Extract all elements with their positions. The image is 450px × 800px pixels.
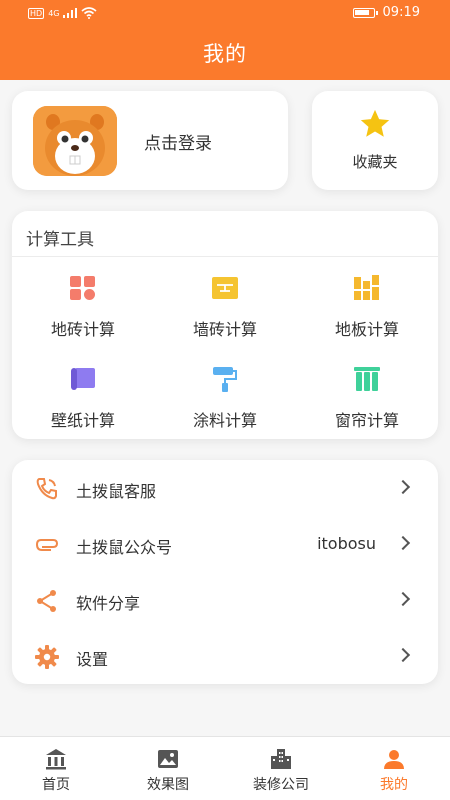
tab-mine[interactable]: 我的: [338, 737, 450, 800]
menu-item-settings[interactable]: 设置: [12, 628, 438, 684]
tool-label: 地砖计算: [50, 320, 115, 339]
chevron-right-icon: [395, 535, 411, 551]
battery-icon: [352, 7, 378, 18]
tool-label: 地板计算: [334, 320, 399, 339]
menu-label: 土拨鼠客服: [76, 482, 157, 501]
tool-label: 涂料计算: [192, 411, 257, 430]
tool-floorboard[interactable]: 地板计算: [296, 273, 438, 353]
tab-companies[interactable]: 装修公司: [225, 737, 337, 800]
wall-tile-icon: [212, 277, 238, 299]
tool-wall-tile[interactable]: 墙砖计算: [154, 273, 296, 353]
tool-label: 墙砖计算: [192, 320, 257, 339]
tool-wallpaper[interactable]: 壁纸计算: [12, 364, 154, 444]
bottom-tab-bar: 首页 效果图 装修公司 我的: [0, 736, 450, 800]
tab-label: 我的: [380, 777, 408, 793]
tool-paint[interactable]: 涂料计算: [154, 364, 296, 444]
login-card[interactable]: 点击登录: [12, 91, 288, 190]
calc-tools-card: 计算工具 地砖计算 墙砖计算 地板计算 壁纸计算 涂料计算 窗帘计算: [12, 211, 438, 439]
image-icon: [158, 750, 178, 768]
building-icon: [271, 749, 291, 769]
menu-value: itobosu: [317, 534, 376, 553]
tool-label: 壁纸计算: [50, 411, 115, 430]
tool-label: 窗帘计算: [334, 411, 399, 430]
menu-item-official-account[interactable]: 土拨鼠公众号 itobosu: [12, 516, 438, 572]
chevron-right-icon: [395, 647, 411, 663]
paint-roller-icon: [213, 367, 237, 392]
divider: [12, 256, 438, 257]
tab-home[interactable]: 首页: [0, 737, 112, 800]
wifi-icon: [81, 7, 98, 19]
status-time: 09:19: [382, 5, 420, 20]
gear-icon: [35, 645, 59, 669]
menu-item-customer-service[interactable]: 土拨鼠客服: [12, 460, 438, 516]
wallpaper-icon: [71, 368, 95, 390]
tool-floor-tile[interactable]: 地砖计算: [12, 273, 154, 353]
hd-badge: HD: [28, 7, 45, 19]
status-left: HD 4G: [28, 7, 98, 19]
floor-tile-icon: [70, 276, 95, 300]
avatar[interactable]: [33, 106, 117, 176]
status-right: 09:19: [352, 5, 420, 20]
signal-icon: [63, 8, 78, 18]
gopher-mascot-icon: [33, 106, 117, 176]
favorites-label: 收藏夹: [352, 153, 398, 171]
tab-label: 首页: [42, 777, 70, 793]
share-icon: [37, 590, 56, 612]
header-bar: HD 4G 09:19 我的: [0, 0, 450, 80]
network-label: 4G: [48, 8, 60, 18]
phone-icon: [36, 478, 57, 500]
tab-label: 装修公司: [253, 777, 309, 793]
login-label[interactable]: 点击登录: [144, 129, 212, 154]
menu-item-share[interactable]: 软件分享: [12, 572, 438, 628]
chevron-right-icon: [395, 591, 411, 607]
menu-label: 土拨鼠公众号: [76, 538, 173, 557]
star-icon: [360, 109, 390, 137]
menu-label: 软件分享: [76, 594, 141, 613]
floorboard-icon: [354, 275, 379, 300]
curtain-icon: [354, 367, 380, 391]
status-bar: HD 4G 09:19: [0, 0, 450, 26]
page-title: 我的: [203, 42, 247, 66]
user-icon: [384, 750, 404, 769]
tab-renderings[interactable]: 效果图: [112, 737, 224, 800]
chevron-right-icon: [395, 479, 411, 495]
favorites-card[interactable]: 收藏夹: [312, 91, 438, 190]
paperclip-icon: [35, 539, 59, 551]
menu-label: 设置: [76, 650, 109, 669]
home-bank-icon: [46, 749, 66, 770]
tools-title: 计算工具: [26, 230, 94, 250]
tab-label: 效果图: [147, 777, 189, 793]
menu-card: 土拨鼠客服 土拨鼠公众号 itobosu 软件分享 设置: [12, 460, 438, 684]
tool-curtain[interactable]: 窗帘计算: [296, 364, 438, 444]
